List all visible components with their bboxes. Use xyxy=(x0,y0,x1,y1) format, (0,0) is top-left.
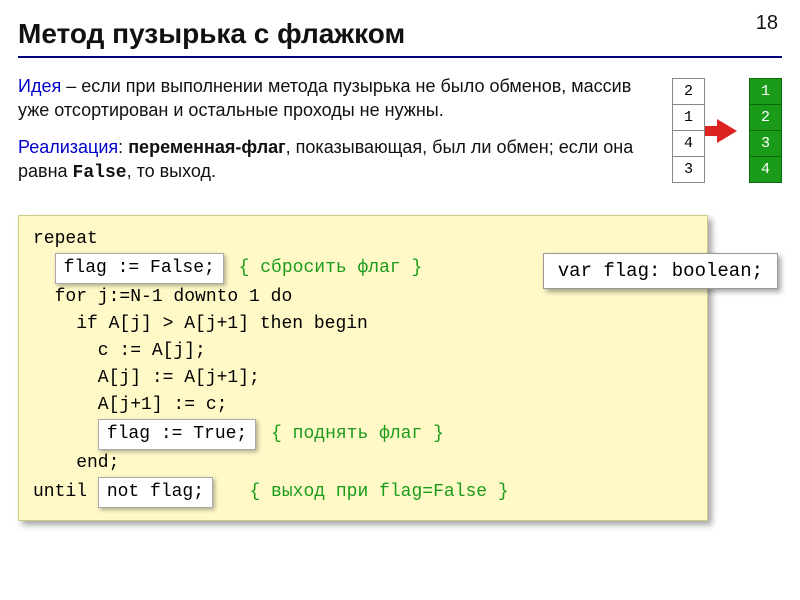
content-row: Идея – если при выполнении метода пузырь… xyxy=(18,74,782,185)
arr-right-cell: 4 xyxy=(750,157,782,183)
code-line: flag := True; { поднять флаг } xyxy=(33,419,693,450)
idea-paragraph: Идея – если при выполнении метода пузырь… xyxy=(18,74,662,123)
arr-left-cell: 2 xyxy=(673,79,705,105)
arr-left-cell: 1 xyxy=(673,105,705,131)
code-comment: { поднять флаг } xyxy=(271,424,444,444)
array-diagram: 2 1 4 3 1 2 3 4 xyxy=(672,74,782,183)
impl-colon: : xyxy=(118,137,128,157)
code-line: A[j] := A[j+1]; xyxy=(33,365,693,392)
code-line: until not flag; { выход при flag=False } xyxy=(33,477,693,508)
flag-reset-box: flag := False; xyxy=(55,253,224,284)
code-line: end; xyxy=(33,450,693,477)
code-line: c := A[j]; xyxy=(33,338,693,365)
impl-paragraph: Реализация: переменная-флаг, показывающа… xyxy=(18,135,662,186)
idea-text: – если при выполнении метода пузырька не… xyxy=(18,76,631,120)
flag-set-box: flag := True; xyxy=(98,419,256,450)
impl-varflag: переменная-флаг xyxy=(128,137,285,157)
impl-label: Реализация xyxy=(18,137,118,157)
title-rule xyxy=(18,56,782,58)
var-declaration-callout: var flag: boolean; xyxy=(543,253,778,289)
idea-label: Идея xyxy=(18,76,61,96)
page-number: 18 xyxy=(756,12,778,35)
array-before: 2 1 4 3 xyxy=(672,78,705,183)
false-keyword: False xyxy=(73,163,127,183)
arr-left-cell: 4 xyxy=(673,131,705,157)
text-column: Идея – если при выполнении метода пузырь… xyxy=(18,74,672,185)
arr-right-cell: 3 xyxy=(750,131,782,157)
code-until: until xyxy=(33,482,98,502)
code-comment: { сбросить флаг } xyxy=(239,258,423,278)
code-comment: { выход при flag=False } xyxy=(249,482,508,502)
arr-right-cell: 2 xyxy=(750,105,782,131)
arr-right-cell: 1 xyxy=(750,79,782,105)
impl-text-2: , то выход. xyxy=(127,161,216,181)
code-line: A[j+1] := c; xyxy=(33,392,693,419)
code-line: repeat xyxy=(33,226,693,253)
arrow-icon xyxy=(717,119,737,143)
code-line: if A[j] > A[j+1] then begin xyxy=(33,311,693,338)
arr-left-cell: 3 xyxy=(673,157,705,183)
slide-title: Метод пузырька с флажком xyxy=(18,18,782,50)
array-after: 1 2 3 4 xyxy=(749,78,782,183)
not-flag-box: not flag; xyxy=(98,477,213,508)
